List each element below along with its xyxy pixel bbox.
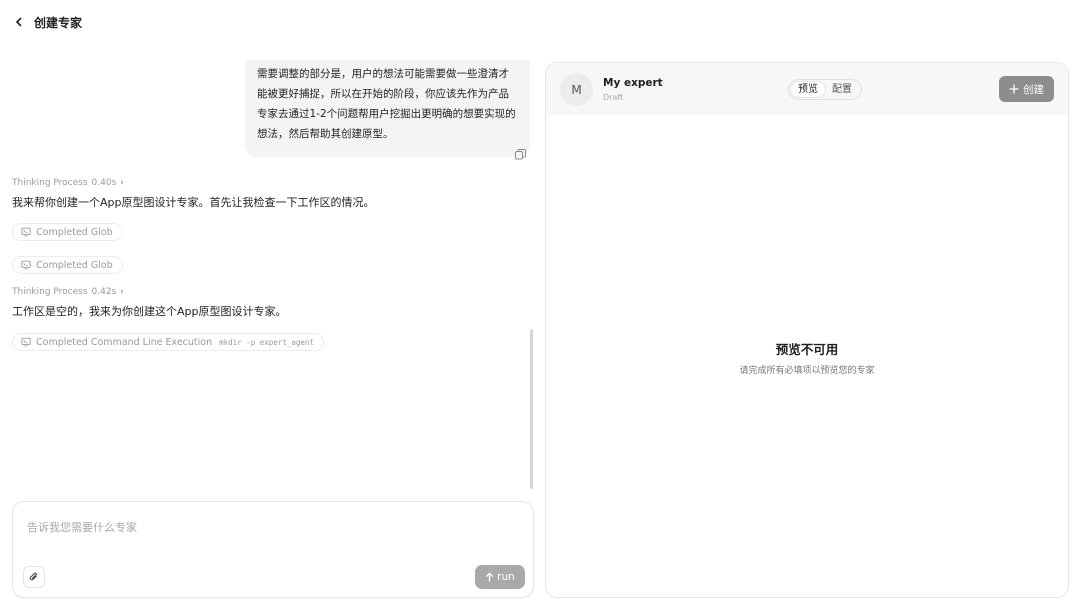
- chevron-left-icon: [16, 17, 22, 27]
- run-label: run: [497, 571, 515, 583]
- tool-call-chip[interactable]: Completed Glob: [12, 256, 123, 274]
- expert-status: Draft: [603, 93, 624, 102]
- expert-name: My expert: [603, 77, 663, 89]
- user-message: 需要调整的部分是，用户的想法可能需要做一些澄清才能被更好捕捉，所以在开始的阶段，…: [245, 60, 530, 157]
- empty-state-subtitle: 请完成所有必填项以预览您的专家: [739, 366, 875, 376]
- assistant-message: 工作区是空的，我来为你创建这个App原型图设计专家。: [12, 305, 287, 318]
- thinking-process-toggle[interactable]: Thinking Process 0.42s ›: [12, 287, 124, 297]
- top-bar: 创建专家: [0, 0, 1080, 44]
- arrow-up-icon: [486, 572, 494, 582]
- chat-panel: 需要调整的部分是，用户的想法可能需要做一些澄清才能被更好捕捉，所以在开始的阶段，…: [0, 44, 540, 614]
- create-button[interactable]: 创建: [999, 76, 1054, 102]
- tool-call-chip[interactable]: Completed Glob: [12, 223, 123, 241]
- thinking-label: Thinking Process: [12, 287, 88, 297]
- create-label: 创建: [1023, 83, 1044, 96]
- terminal-icon: [21, 227, 31, 237]
- tool-call-command: mkdir -p expert_agent: [219, 337, 314, 347]
- copy-icon[interactable]: [514, 148, 527, 161]
- terminal-icon: [21, 337, 31, 347]
- tool-call-label: Completed Glob: [36, 259, 113, 271]
- composer: run: [12, 501, 534, 598]
- tool-call-label: Completed Glob: [36, 226, 113, 238]
- preview-panel: M My expert Draft 预览 配置 创建 预览不可用 请完成所有必填…: [545, 62, 1069, 598]
- avatar: M: [560, 73, 593, 106]
- terminal-icon: [21, 260, 31, 270]
- prompt-input[interactable]: [27, 516, 517, 538]
- thinking-time: 0.42s: [91, 287, 117, 297]
- thinking-process-toggle[interactable]: Thinking Process 0.40s ›: [12, 178, 124, 188]
- chat-scrollbar[interactable]: [530, 329, 533, 489]
- chevron-right-icon: ›: [120, 178, 124, 188]
- run-button[interactable]: run: [475, 565, 525, 589]
- paperclip-icon: [29, 572, 37, 581]
- preview-header: M My expert Draft 预览 配置 创建: [546, 63, 1068, 115]
- tool-call-label: Completed Command Line Execution: [36, 336, 213, 348]
- preview-config-toggle: 预览 配置: [788, 79, 862, 100]
- tab-preview[interactable]: 预览: [791, 82, 825, 97]
- back-button[interactable]: 创建专家: [14, 14, 82, 31]
- assistant-message: 我来帮你创建一个App原型图设计专家。首先让我检查一下工作区的情况。: [12, 196, 375, 209]
- attach-button[interactable]: [23, 566, 45, 588]
- plus-icon: [1009, 84, 1019, 94]
- thinking-label: Thinking Process: [12, 178, 88, 188]
- empty-state-title: 预览不可用: [775, 342, 839, 357]
- tab-config[interactable]: 配置: [825, 82, 859, 97]
- thinking-time: 0.40s: [91, 178, 117, 188]
- tool-call-chip[interactable]: Completed Command Line Execution mkdir -…: [12, 333, 324, 351]
- chevron-right-icon: ›: [120, 287, 124, 297]
- page-title: 创建专家: [34, 15, 83, 30]
